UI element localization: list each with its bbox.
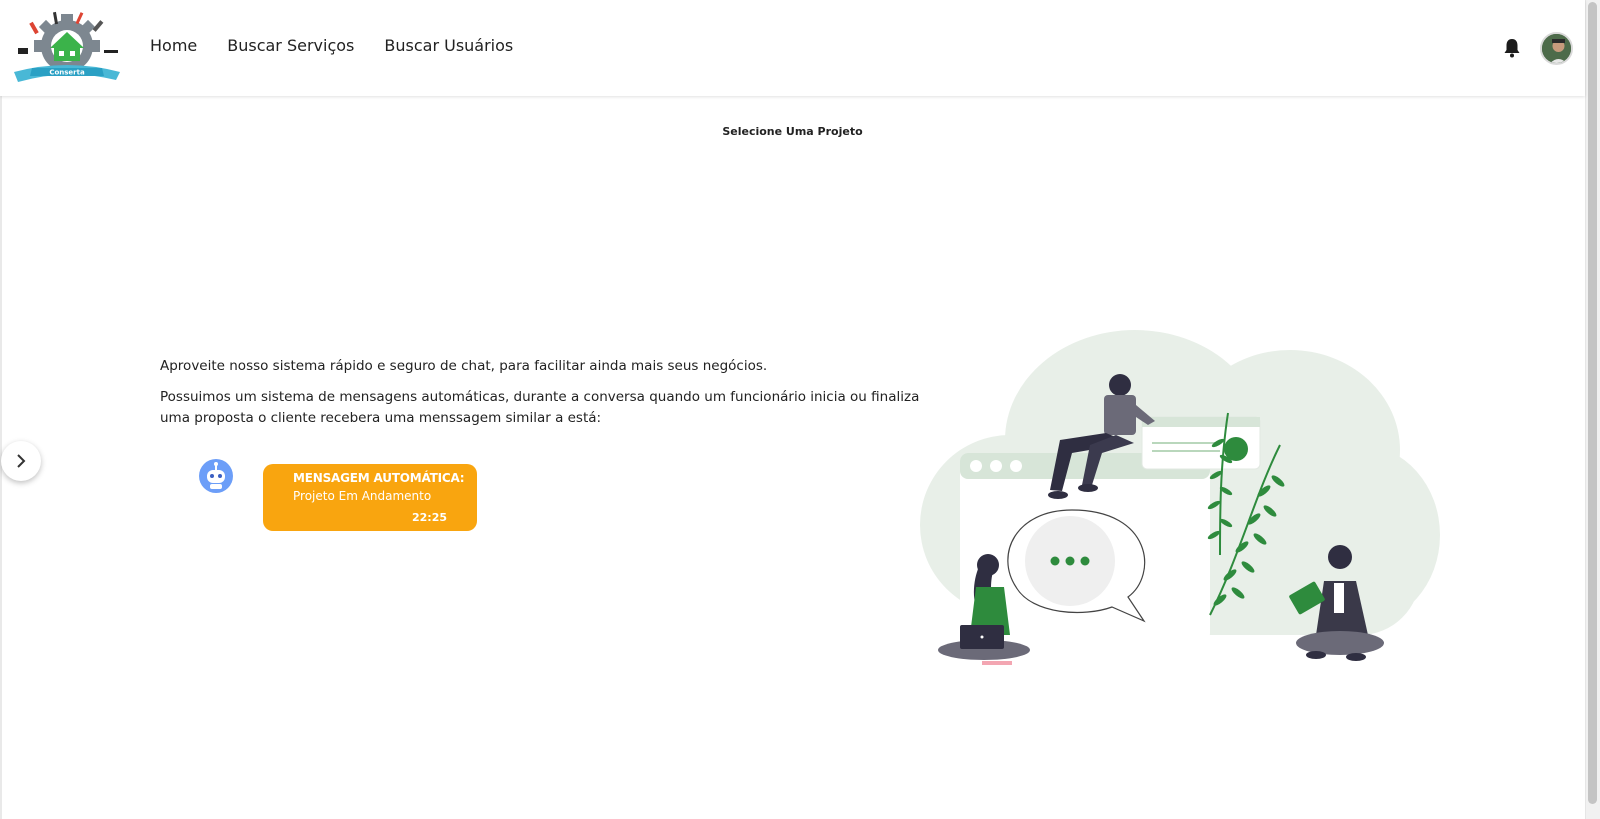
intro-paragraph-2: Possuimos um sistema de mensagens automá… xyxy=(160,389,920,426)
scrollbar-thumb[interactable] xyxy=(1588,2,1597,804)
message-title: MENSAGEM AUTOMÁTICA: xyxy=(293,471,465,485)
user-avatar[interactable] xyxy=(1540,32,1573,65)
nav-buscar-servicos[interactable]: Buscar Serviços xyxy=(227,36,354,55)
chevron-right-icon xyxy=(17,454,26,468)
nav-buscar-usuarios[interactable]: Buscar Usuários xyxy=(384,36,513,55)
nav-home[interactable]: Home xyxy=(150,36,197,55)
expand-sidebar-button[interactable] xyxy=(1,441,41,481)
main-nav: Home Buscar Serviços Buscar Usuários xyxy=(150,36,543,55)
top-navbar: Conserta Home Buscar Serviços Buscar Usu… xyxy=(0,0,1585,96)
automatic-message-bubble: MENSAGEM AUTOMÁTICA: Projeto Em Andament… xyxy=(263,464,477,531)
conserta-logo[interactable]: Conserta xyxy=(12,10,122,84)
page-title: Selecione Uma Projeto xyxy=(722,125,863,138)
chat-intro: Aproveite nosso sistema rápido e seguro … xyxy=(160,356,920,439)
bell-icon[interactable] xyxy=(1503,38,1521,58)
page-scrollbar[interactable] xyxy=(1585,0,1600,819)
logo-text: Conserta xyxy=(49,69,85,77)
robot-icon xyxy=(199,459,233,493)
avatar-photo-icon xyxy=(1542,34,1571,63)
message-time: 22:25 xyxy=(411,511,447,524)
chat-illustration xyxy=(920,330,1440,665)
message-text: Projeto Em Andamento xyxy=(293,489,432,503)
intro-paragraph-1: Aproveite nosso sistema rápido e seguro … xyxy=(160,358,768,374)
